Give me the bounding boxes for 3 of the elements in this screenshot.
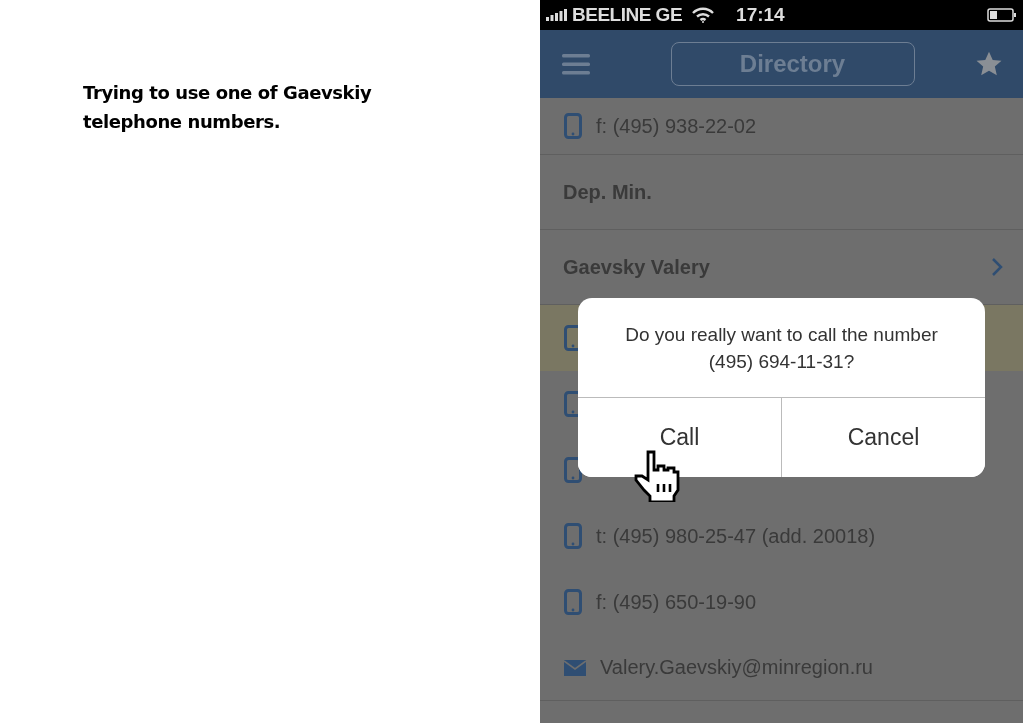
slide-caption: Trying to use one of Gaevskiy telephone numbers. bbox=[83, 81, 373, 134]
clock-time: 17:14 bbox=[736, 4, 785, 26]
carrier-name: BEELINE GE bbox=[572, 4, 683, 26]
